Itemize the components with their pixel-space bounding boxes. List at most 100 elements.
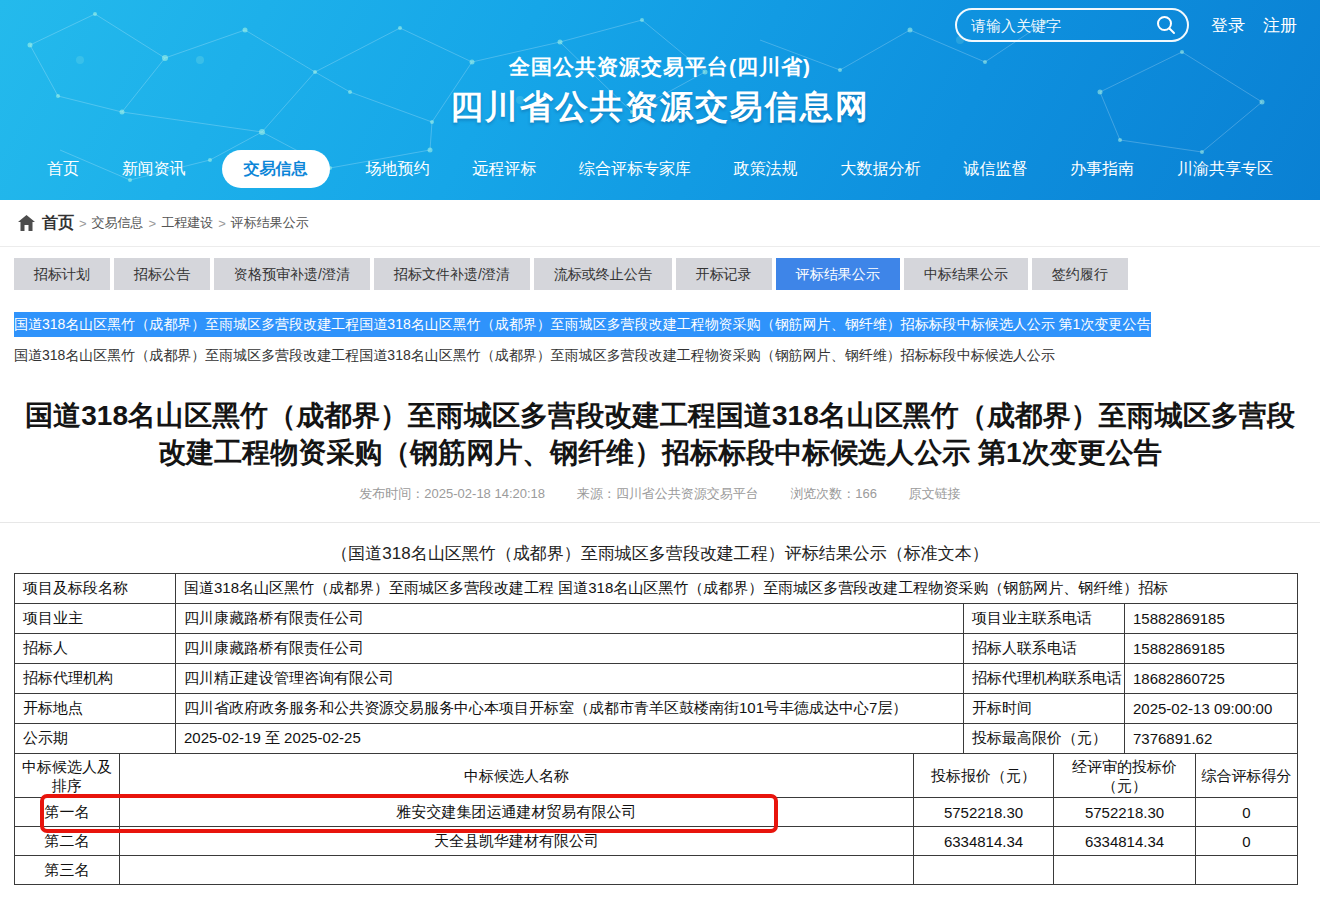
col-header-reviewed-price: 经评审的投标价（元） [1054, 754, 1196, 798]
site-header: 登录 注册 全国公共资源交易平台(四川省) 四川省公共资源交易信息网 首页 新闻… [0, 0, 1320, 200]
nav-item-policy[interactable]: 政策法规 [727, 150, 805, 188]
result-table: 项目及标段名称 国道318名山区黑竹（成都界）至雨城区多营段改建工程 国道318… [14, 573, 1298, 885]
row-value: 四川康藏路桥有限责任公司 [176, 634, 964, 664]
row-value2: 15882869185 [1125, 634, 1298, 664]
nav-item-integrity[interactable]: 诚信监督 [956, 150, 1034, 188]
row-label2: 项目业主联系电话 [964, 604, 1125, 634]
candidate-price [914, 856, 1054, 885]
nav-item-venue-booking[interactable]: 场地预约 [358, 150, 436, 188]
publish-time-label: 发布时间： [359, 486, 424, 501]
breadcrumb-separator: > [149, 216, 157, 231]
main-nav: 首页 新闻资讯 交易信息 场地预约 远程评标 综合评标专家库 政策法规 大数据分… [0, 150, 1320, 188]
notice-link[interactable]: 国道318名山区黑竹（成都界）至雨城区多营段改建工程国道318名山区黑竹（成都界… [14, 347, 1320, 365]
table-row: 项目业主 四川康藏路桥有限责任公司 项目业主联系电话 15882869185 [15, 604, 1298, 634]
tab-failed-or-terminated[interactable]: 流标或终止公告 [534, 258, 672, 290]
row-value2: 15882869185 [1125, 604, 1298, 634]
result-table-wrap: 项目及标段名称 国道318名山区黑竹（成都界）至雨城区多营段改建工程 国道318… [14, 573, 1297, 885]
table-row: 项目及标段名称 国道318名山区黑竹（成都界）至雨城区多营段改建工程 国道318… [15, 574, 1298, 604]
nav-item-home[interactable]: 首页 [40, 150, 86, 188]
candidate-name [120, 856, 914, 885]
site-subtitle: 全国公共资源交易平台(四川省) [0, 53, 1320, 81]
search-input[interactable] [971, 17, 1155, 34]
candidate-reviewed-price: 5752218.30 [1054, 798, 1196, 827]
candidate-score: 0 [1196, 827, 1298, 856]
row-value2: 2025-02-13 09:00:00 [1125, 694, 1298, 724]
breadcrumb-home[interactable]: 首页 [42, 213, 74, 234]
source-value: 四川省公共资源交易平台 [616, 486, 759, 501]
candidate-score: 0 [1196, 798, 1298, 827]
breadcrumb: 首页 > 交易信息 > 工程建设 > 评标结果公示 [0, 200, 1320, 247]
candidate-header-row: 中标候选人及排序 中标候选人名称 投标报价（元） 经评审的投标价（元） 综合评标… [15, 754, 1298, 798]
col-header-score: 综合评标得分 [1196, 754, 1298, 798]
article-meta: 发布时间：2025-02-18 14:20:18 来源：四川省公共资源交易平台 … [0, 485, 1320, 503]
row-value2: 7376891.62 [1125, 724, 1298, 754]
row-value: 四川康藏路桥有限责任公司 [176, 604, 964, 634]
tab-bid-doc-supplement[interactable]: 招标文件补遗/澄清 [374, 258, 530, 290]
candidate-price: 6334814.34 [914, 827, 1054, 856]
nav-item-trade-info[interactable]: 交易信息 [222, 150, 330, 188]
row-value2: 18682860725 [1125, 664, 1298, 694]
row-label2: 招标代理机构联系电话 [964, 664, 1125, 694]
breadcrumb-trade-info[interactable]: 交易信息 [92, 214, 144, 232]
tab-winning-result[interactable]: 中标结果公示 [904, 258, 1028, 290]
col-header-name: 中标候选人名称 [120, 754, 914, 798]
tab-bid-opening-record[interactable]: 开标记录 [676, 258, 772, 290]
row-label: 项目业主 [15, 604, 176, 634]
table-row: 招标代理机构 四川精正建设管理咨询有限公司 招标代理机构联系电话 1868286… [15, 664, 1298, 694]
site-title-block: 全国公共资源交易平台(四川省) 四川省公共资源交易信息网 [0, 53, 1320, 130]
table-row: 公示期 2025-02-19 至 2025-02-25 投标最高限价（元） 73… [15, 724, 1298, 754]
candidate-reviewed-price: 6334814.34 [1054, 827, 1196, 856]
tab-contract-performance[interactable]: 签约履行 [1032, 258, 1128, 290]
nav-item-remote-evaluation[interactable]: 远程评标 [465, 150, 543, 188]
row-label: 招标代理机构 [15, 664, 176, 694]
row-label: 公示期 [15, 724, 176, 754]
row-value: 国道318名山区黑竹（成都界）至雨城区多营段改建工程 国道318名山区黑竹（成都… [176, 574, 1298, 604]
tab-bid-plan[interactable]: 招标计划 [14, 258, 110, 290]
search-icon[interactable] [1155, 14, 1177, 36]
notice-link-selected-line: 国道318名山区黑竹（成都界）至雨城区多营段改建工程国道318名山区黑竹（成都界… [14, 315, 1320, 333]
row-label: 开标地点 [15, 694, 176, 724]
publish-time-value: 2025-02-18 14:20:18 [424, 486, 545, 501]
breadcrumb-evaluation-result[interactable]: 评标结果公示 [231, 214, 309, 232]
col-header-price: 投标报价（元） [914, 754, 1054, 798]
row-label: 项目及标段名称 [15, 574, 176, 604]
candidate-rank: 第三名 [15, 856, 120, 885]
views-value: 166 [855, 486, 877, 501]
row-value: 2025-02-19 至 2025-02-25 [176, 724, 964, 754]
topbar: 登录 注册 [955, 8, 1297, 42]
candidate-row-3: 第三名 [15, 856, 1298, 885]
breadcrumb-engineering[interactable]: 工程建设 [161, 214, 213, 232]
row-label2: 投标最高限价（元） [964, 724, 1125, 754]
nav-item-expert-pool[interactable]: 综合评标专家库 [572, 150, 698, 188]
divider [0, 522, 1320, 523]
candidate-reviewed-price [1054, 856, 1196, 885]
row-label2: 招标人联系电话 [964, 634, 1125, 664]
views-label: 浏览次数： [790, 486, 855, 501]
nav-item-news[interactable]: 新闻资讯 [115, 150, 193, 188]
nav-item-guide[interactable]: 办事指南 [1063, 150, 1141, 188]
row-value: 四川精正建设管理咨询有限公司 [176, 664, 964, 694]
tab-evaluation-result[interactable]: 评标结果公示 [776, 258, 900, 290]
nav-item-big-data[interactable]: 大数据分析 [834, 150, 928, 188]
breadcrumb-separator: > [218, 216, 226, 231]
source-label: 来源： [577, 486, 616, 501]
candidate-price: 5752218.30 [914, 798, 1054, 827]
first-candidate-highlight-box [40, 794, 778, 833]
tab-prequalification[interactable]: 资格预审补遗/澄清 [214, 258, 370, 290]
breadcrumb-separator: > [79, 216, 87, 231]
notice-link-selected[interactable]: 国道318名山区黑竹（成都界）至雨城区多营段改建工程国道318名山区黑竹（成都界… [14, 312, 1151, 337]
nav-item-chuanyu-zone[interactable]: 川渝共享专区 [1170, 150, 1280, 188]
search-box[interactable] [955, 8, 1189, 42]
col-header-rank: 中标候选人及排序 [15, 754, 120, 798]
tab-bid-announcement[interactable]: 招标公告 [114, 258, 210, 290]
table-row: 招标人 四川康藏路桥有限责任公司 招标人联系电话 15882869185 [15, 634, 1298, 664]
table-caption: （国道318名山区黑竹（成都界）至雨城区多营段改建工程）评标结果公示（标准文本） [0, 542, 1320, 565]
category-tabs: 招标计划 招标公告 资格预审补遗/澄清 招标文件补遗/澄清 流标或终止公告 开标… [14, 258, 1320, 290]
home-icon [18, 215, 35, 231]
login-link[interactable]: 登录 [1211, 14, 1245, 37]
row-label: 招标人 [15, 634, 176, 664]
article-title: 国道318名山区黑竹（成都界）至雨城区多营段改建工程国道318名山区黑竹（成都界… [0, 397, 1320, 471]
original-link[interactable]: 原文链接 [909, 486, 961, 501]
row-label2: 开标时间 [964, 694, 1125, 724]
register-link[interactable]: 注册 [1263, 14, 1297, 37]
